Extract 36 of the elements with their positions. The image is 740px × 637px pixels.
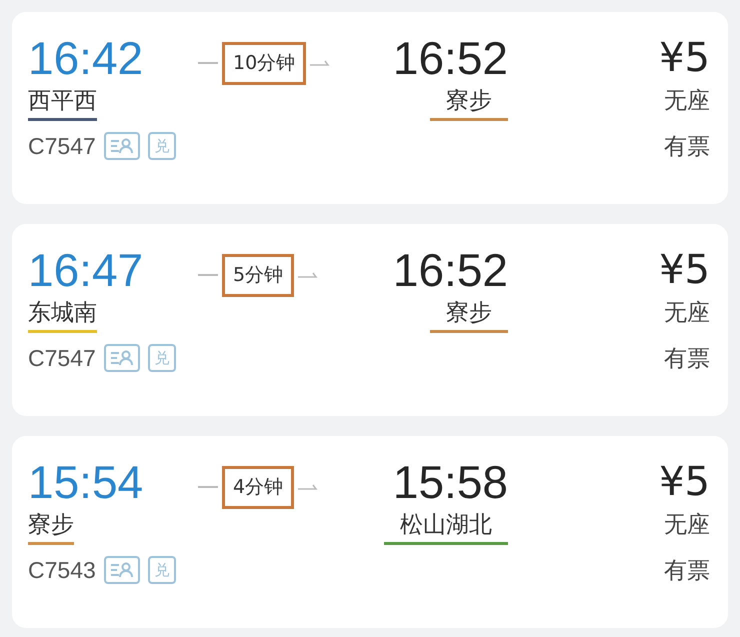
station-name: 松山湖北	[399, 511, 493, 540]
station-name: 寮步	[445, 299, 493, 328]
seat-type: 无座	[664, 511, 710, 540]
ticket-card[interactable]: 15:54 寮步 C7543 兑 4分钟 15:58 松山湖北 ¥5 无座 有票	[12, 436, 728, 628]
arrival-time: 16:52	[392, 31, 508, 86]
duration-label: 10分钟	[222, 42, 306, 84]
duration-label: 5分钟	[222, 254, 294, 296]
train-number: C7543	[28, 556, 96, 585]
seat-type: 无座	[664, 87, 710, 116]
exchange-tag: 兑	[148, 556, 176, 584]
departure-time: 16:42	[28, 31, 144, 86]
price: ¥5	[659, 34, 710, 83]
station-name: 寮步	[445, 87, 493, 116]
exchange-tag: 兑	[148, 344, 176, 372]
price: ¥5	[659, 246, 710, 295]
station-name: 西平西	[28, 87, 97, 116]
arrival-time: 15:58	[392, 455, 508, 510]
exchange-tag: 兑	[148, 132, 176, 160]
ticket-card[interactable]: 16:42 西平西 C7547 兑 10分钟 16:52 寮步 ¥5 无座 有票	[12, 12, 728, 204]
station-name: 寮步	[28, 511, 74, 540]
duration-label: 4分钟	[222, 466, 294, 508]
availability: 有票	[664, 345, 710, 374]
departure-time: 15:54	[28, 455, 144, 510]
seat-icon	[104, 344, 140, 372]
seat-type: 无座	[664, 299, 710, 328]
seat-icon	[104, 556, 140, 584]
availability: 有票	[664, 557, 710, 586]
price: ¥5	[659, 458, 710, 507]
arrival-time: 16:52	[392, 243, 508, 298]
availability: 有票	[664, 133, 710, 162]
seat-icon	[104, 132, 140, 160]
train-number: C7547	[28, 344, 96, 373]
departure-time: 16:47	[28, 243, 144, 298]
ticket-card[interactable]: 16:47 东城南 C7547 兑 5分钟 16:52 寮步 ¥5 无座 有票	[12, 224, 728, 416]
train-number: C7547	[28, 132, 96, 161]
station-name: 东城南	[28, 299, 97, 328]
